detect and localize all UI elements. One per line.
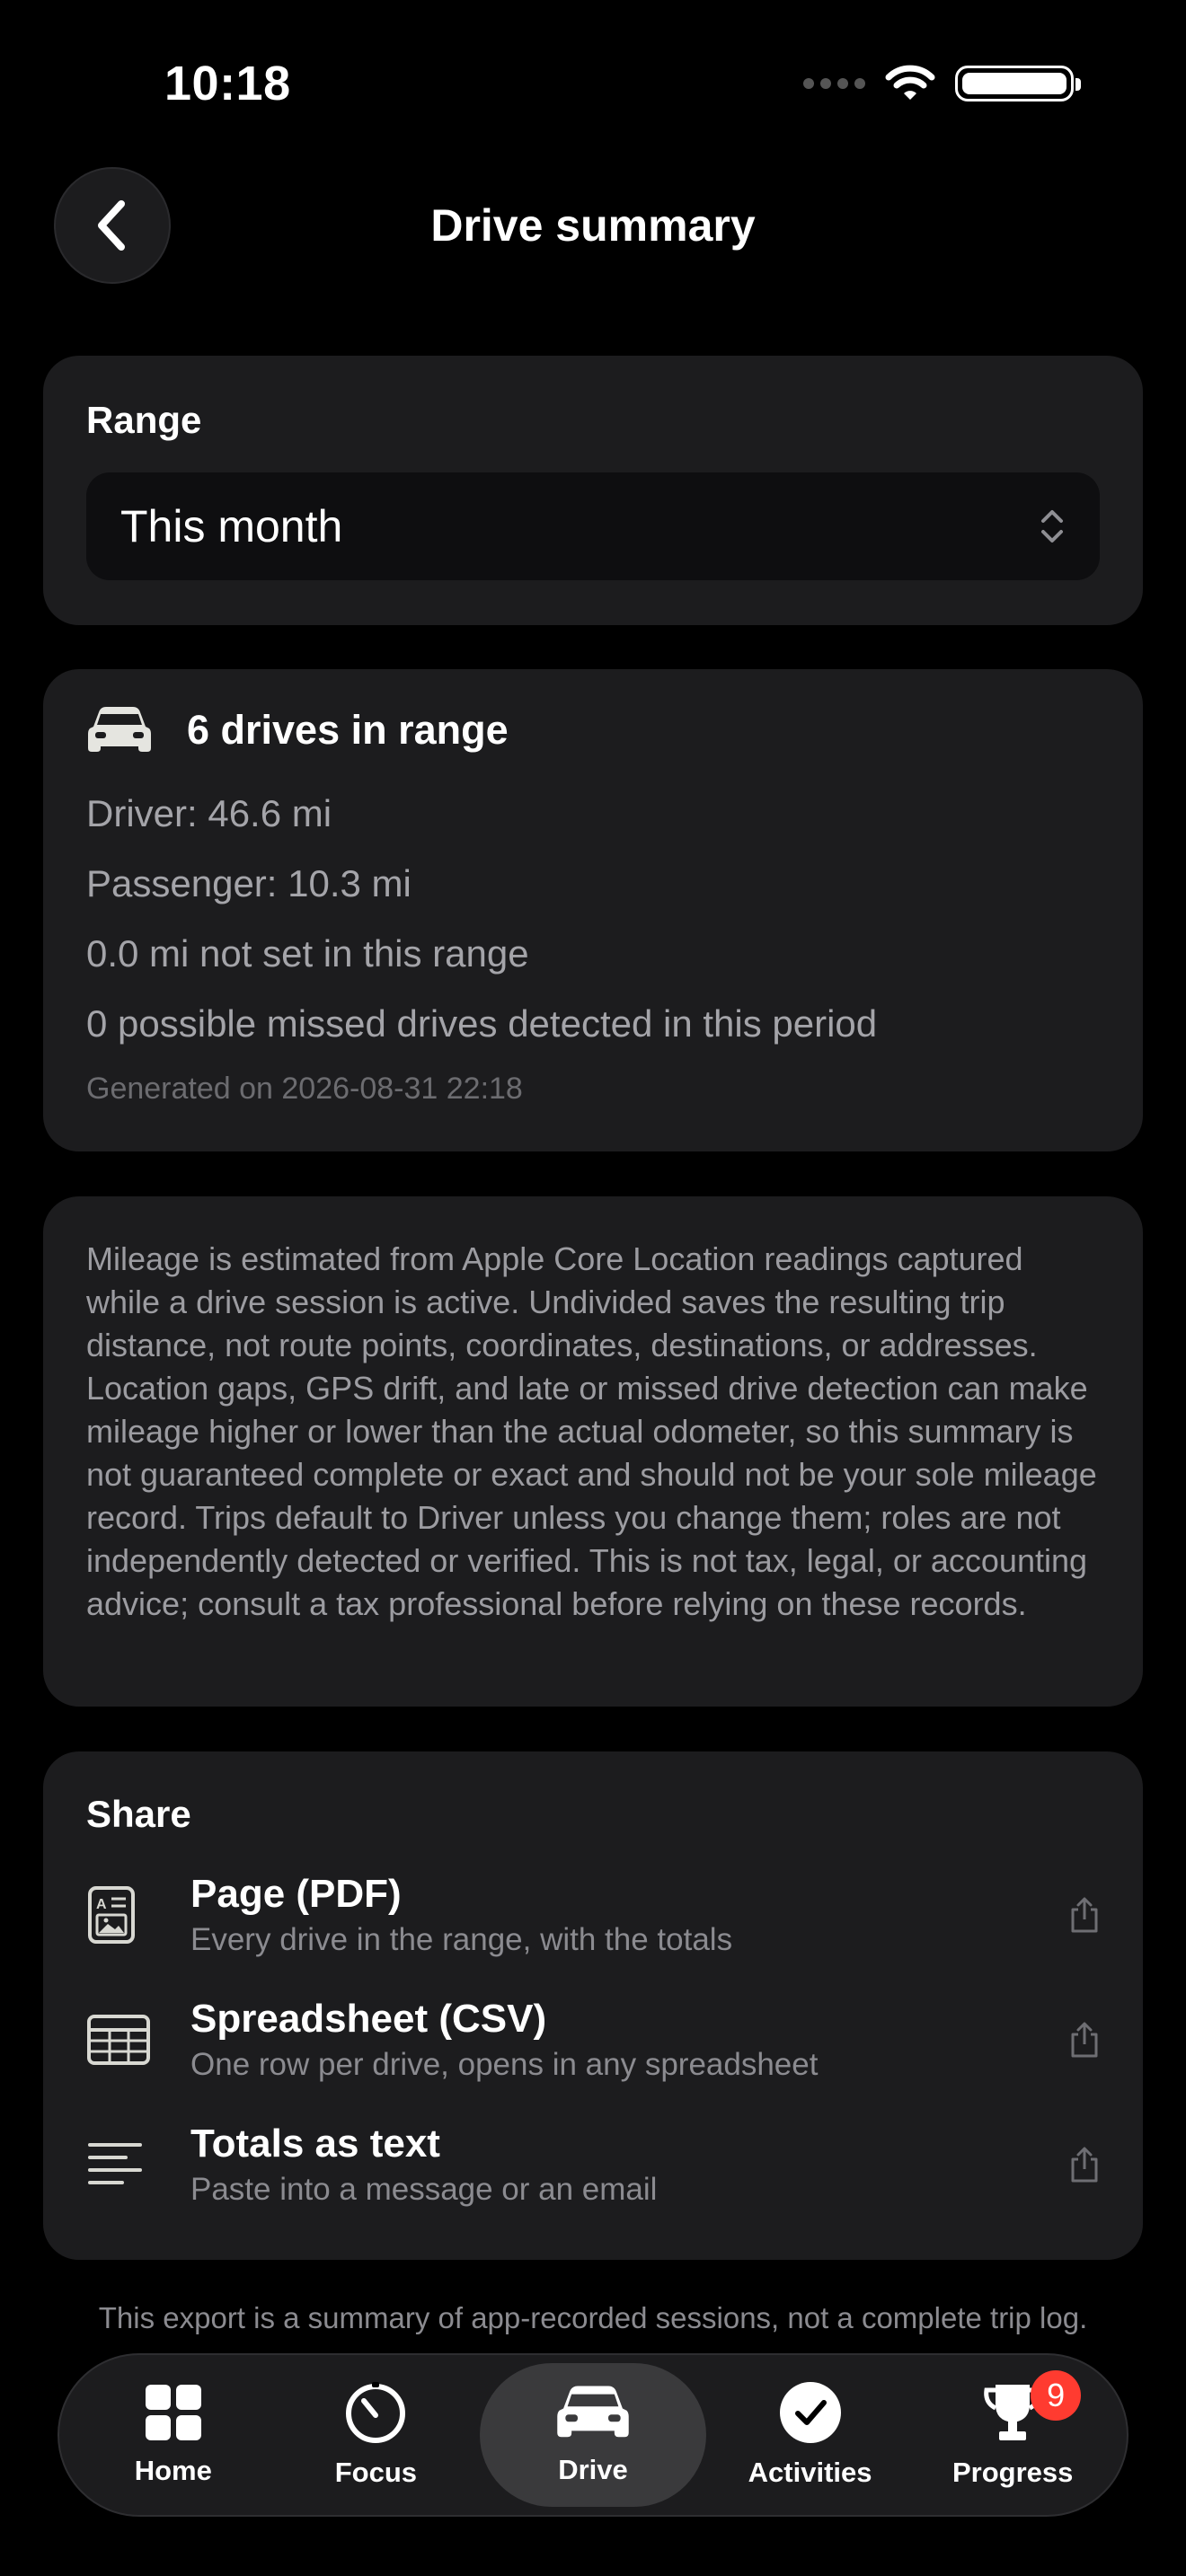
export-footer-note: This export is a summary of app-recorded… [98,2301,1088,2334]
share-text-subtitle: Paste into a message or an email [190,2171,658,2207]
document-icon: A [88,1885,135,1944]
tab-drive[interactable]: Drive [479,2363,706,2507]
range-selected-value: This month [120,501,343,551]
share-pdf-row[interactable]: A Page (PDF) Every drive in the range, w… [86,1852,1100,1977]
share-icon[interactable] [1069,2145,1100,2184]
driver-miles: Driver: 46.6 mi [86,792,332,834]
text-lines-icon [88,2142,142,2184]
share-csv-title: Spreadsheet (CSV) [190,1996,547,2041]
range-card: Range This month [43,356,1143,625]
page-title: Drive summary [430,200,756,251]
grid-icon [145,2385,201,2440]
tab-activities[interactable]: Activities [712,2363,909,2507]
range-select[interactable]: This month [86,472,1100,580]
check-circle-icon [779,2382,841,2443]
status-icons [803,65,1081,102]
disclaimer-card: Mileage is estimated from Apple Core Loc… [43,1196,1143,1707]
summary-card: 6 drives in range Driver: 46.6 mi Passen… [43,669,1143,1151]
share-csv-row[interactable]: Spreadsheet (CSV) One row per drive, ope… [86,1977,1100,2102]
summary-title: 6 drives in range [187,707,509,753]
tab-bar: Home Focus Drive Activities Progress 9 [58,2353,1128,2517]
tab-activities-label: Activities [748,2457,872,2488]
wifi-icon [885,65,935,100]
not-set-miles: 0.0 mi not set in this range [86,932,529,975]
share-pdf-title: Page (PDF) [190,1871,402,1916]
generated-timestamp: Generated on 2026-08-31 22:18 [86,1072,523,1106]
share-text-row[interactable]: Totals as text Paste into a message or a… [86,2102,1100,2227]
timer-icon [346,2382,406,2443]
share-card: Share A Page (PDF) Every drive in the ra… [43,1751,1143,2260]
tab-progress-label: Progress [951,2457,1074,2488]
tab-progress[interactable]: Progress 9 [914,2363,1111,2507]
battery-icon [955,66,1081,101]
tab-focus-label: Focus [334,2457,418,2488]
svg-text:A: A [96,1897,107,1912]
table-icon [87,2014,150,2065]
tab-focus[interactable]: Focus [277,2363,474,2507]
tab-drive-label: Drive [558,2454,628,2485]
car-icon [557,2386,629,2438]
share-csv-subtitle: One row per drive, opens in any spreadsh… [190,2046,819,2082]
car-icon [88,707,151,752]
chevron-up-down-icon [1041,510,1063,543]
share-heading: Share [86,1793,191,1835]
range-label: Range [86,399,202,441]
cellular-dots-icon [803,78,865,89]
passenger-miles: Passenger: 10.3 mi [86,862,412,904]
share-pdf-subtitle: Every drive in the range, with the total… [190,1921,733,1957]
tab-home-label: Home [134,2455,212,2486]
share-text-title: Totals as text [190,2121,440,2166]
tab-home[interactable]: Home [75,2363,272,2507]
share-icon[interactable] [1069,1895,1100,1935]
share-icon[interactable] [1069,2020,1100,2060]
notification-badge: 9 [1031,2370,1082,2421]
status-time: 10:18 [164,57,291,110]
missed-drives: 0 possible missed drives detected in thi… [86,1002,878,1045]
